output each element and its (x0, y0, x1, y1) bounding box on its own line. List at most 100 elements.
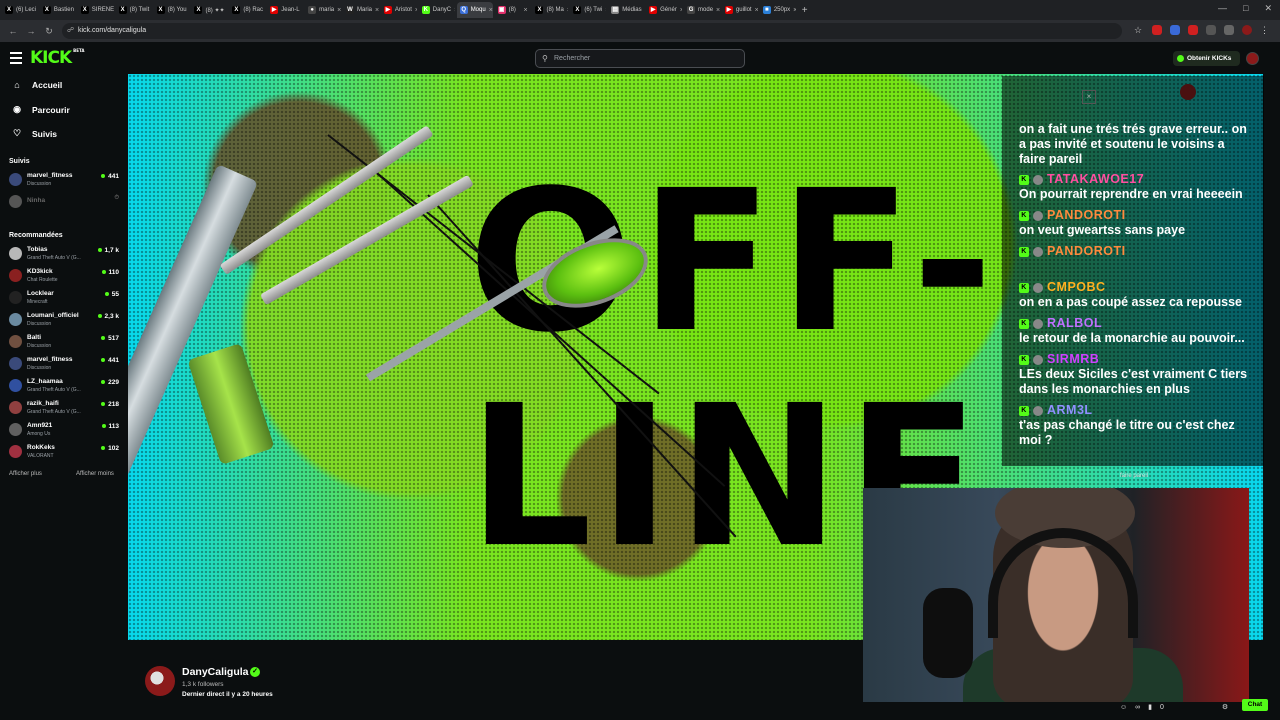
browser-tab[interactable]: ■ 250px × (760, 2, 796, 18)
browser-tabstrip: X(6) Leci×XBastien×XSIRENE×X(8) Twit×X(8… (0, 0, 1280, 20)
tab-favicon-icon: X (118, 6, 127, 14)
minimize-button[interactable]: — (1218, 3, 1227, 14)
url-field[interactable]: ☍ kick.com/danycaligula (62, 23, 1122, 39)
tab-close-icon[interactable]: × (489, 7, 493, 14)
browser-tab[interactable]: XBastien× (40, 2, 76, 18)
chat-username[interactable]: CMPOBC (1047, 280, 1106, 295)
tab-close-icon[interactable]: × (755, 7, 758, 14)
tab-close-icon[interactable]: × (680, 7, 682, 14)
chat-close-button[interactable]: × (1082, 90, 1096, 104)
sidebar-channel[interactable]: Tobias Grand Theft Auto V (G... 1,7 k (9, 244, 121, 264)
browser-tab[interactable]: ▣ (8) × (495, 2, 531, 18)
chat-message: K TATAKAWOE17 On pourrait reprendre en vra… (1019, 172, 1254, 202)
maximize-button[interactable]: □ (1243, 3, 1248, 14)
browser-tab[interactable]: ▶ Génér × (646, 2, 682, 18)
bookmark-star-icon[interactable]: ☆ (1134, 25, 1144, 35)
puzzle-icon[interactable] (1224, 25, 1234, 35)
sidebar-channel[interactable]: Balti Discussion 517 (9, 332, 121, 352)
browser-tab[interactable]: ▶Aristot× (381, 2, 417, 18)
new-tab-button[interactable]: + (802, 5, 808, 16)
tab-close-icon[interactable]: × (303, 7, 304, 14)
profile-avatar-icon[interactable] (1242, 25, 1252, 35)
tab-close-icon[interactable]: × (454, 7, 455, 14)
browser-tab[interactable]: X(8) Rac× (229, 2, 265, 18)
menu-dots-icon[interactable]: ⋮ (1260, 25, 1270, 35)
browser-tab[interactable]: X(8) ✦✦× (191, 2, 227, 18)
forward-icon[interactable]: → (22, 26, 40, 36)
channel-avatar (9, 357, 22, 370)
browser-tab[interactable]: X(8) You× (154, 2, 190, 18)
extension-icon[interactable] (1206, 25, 1216, 35)
extension-icon[interactable] (1152, 25, 1162, 35)
tab-close-icon[interactable]: × (793, 7, 796, 14)
browser-tab[interactable]: X(8) Ma× (532, 2, 568, 18)
tab-close-icon[interactable]: × (716, 7, 720, 14)
channel-name: Tobias (27, 246, 48, 253)
streamer-name[interactable]: DanyCaligula (182, 666, 249, 678)
sidebar-channel[interactable]: RokKeks VALORANT 102 (9, 442, 121, 462)
tab-close-icon[interactable]: × (567, 7, 569, 14)
back-icon[interactable]: ← (4, 26, 22, 36)
hamburger-menu-icon[interactable] (10, 52, 22, 67)
link-icon[interactable]: ∞ (1135, 704, 1140, 711)
tab-close-icon[interactable]: × (415, 7, 417, 14)
sidebar-nav-suivis[interactable]: ♡ Suivis (12, 128, 57, 139)
settings-icon[interactable]: ⚙ (1222, 703, 1228, 711)
chat-send-button[interactable]: Chat (1242, 699, 1268, 711)
chat-username[interactable]: ARM3L (1047, 403, 1093, 418)
tab-close-icon[interactable]: × (375, 7, 379, 14)
chat-user-line: K CMPOBC (1019, 280, 1254, 295)
sidebar-nav-parcourir[interactable]: ◉ Parcourir (12, 104, 70, 115)
browser-tab[interactable]: ● maria × (305, 2, 341, 18)
kick-logo[interactable]: KICK BETA (30, 48, 84, 68)
browser-tab[interactable]: ▶Jean-L× (267, 2, 303, 18)
browser-tab[interactable]: KDanyC× (419, 2, 455, 18)
chat-username[interactable]: PANDOROTI (1047, 244, 1126, 259)
sidebar-nav-accueil[interactable]: ⌂ Accueil (12, 80, 62, 90)
sidebar-channel[interactable]: marvel_fitness Discussion 441 (9, 354, 121, 374)
search-input[interactable]: ⚲ Rechercher (535, 49, 745, 68)
show-less-link[interactable]: Afficher moins (76, 471, 114, 477)
channel-category: Among Us (27, 431, 51, 437)
show-more-link[interactable]: Afficher plus (9, 471, 42, 477)
sidebar-channel[interactable]: LZ_haamaa Grand Theft Auto V (G... 229 (9, 376, 121, 396)
chat-username[interactable]: TATAKAWOE17 (1047, 172, 1144, 187)
chat-text: on en a pas coupé assez ca repousse (1019, 295, 1243, 309)
browser-tab[interactable]: ▤Médias × (608, 2, 644, 18)
chat-header-avatar (1180, 84, 1196, 100)
browser-tab[interactable]: X(8) Twit× (116, 2, 152, 18)
sidebar-channel[interactable]: razik_haifi Grand Theft Auto V (G... 218 (9, 398, 121, 418)
browser-tab[interactable]: X(6) Leci× (2, 2, 38, 18)
sidebar-channel[interactable]: marvel_fitness Discussion 441 (9, 170, 121, 190)
streamer-avatar[interactable] (145, 666, 175, 696)
chat-text: LEs deux Siciles c'est vraiment C tiers … (1019, 367, 1248, 396)
tab-close-icon[interactable]: × (605, 7, 606, 14)
browser-tab[interactable]: XSIRENE× (78, 2, 114, 18)
emote-icon[interactable]: ☺ (1120, 704, 1127, 711)
browser-tab[interactable]: Gmode × (684, 2, 720, 18)
offline-text-line1: OFF- (468, 148, 1000, 375)
chat-message: K RALBOL le retour de la monarchie au pouv… (1019, 316, 1254, 346)
extension-icon[interactable] (1188, 25, 1198, 35)
site-info-icon[interactable]: ☍ (67, 23, 74, 39)
browser-tab[interactable]: W Maria × (343, 2, 379, 18)
browser-tab[interactable]: X(6) Twi× (570, 2, 606, 18)
sidebar-channel[interactable]: Locklear Minecraft 55 (9, 288, 121, 308)
sidebar-channel[interactable]: Loumani_officiel Discussion 2,3 k (9, 310, 121, 330)
chat-username[interactable]: RALBOL (1047, 316, 1102, 331)
extension-icon[interactable] (1170, 25, 1180, 35)
browser-tab[interactable]: ▶ guillot × (722, 2, 758, 18)
browser-tab[interactable]: Q Moqu × (456, 2, 493, 18)
get-kicks-button[interactable]: Obtenir KICKs (1173, 51, 1240, 66)
tab-close-icon[interactable]: × (337, 7, 341, 14)
close-window-button[interactable]: ✕ (1264, 3, 1272, 14)
sidebar-channel[interactable]: Amn921 Among Us 113 (9, 420, 121, 440)
user-avatar[interactable] (1246, 52, 1259, 65)
chat-username[interactable]: PANDOROTI (1047, 208, 1126, 223)
reload-icon[interactable]: ↻ (40, 26, 58, 37)
chat-username[interactable]: SIRMRB (1047, 352, 1099, 367)
tab-close-icon[interactable]: × (523, 7, 527, 14)
chat-user-line: K SIRMRB (1019, 352, 1254, 367)
sidebar-channel[interactable]: Ninha ⏱ (9, 192, 121, 212)
sidebar-channel[interactable]: KD3kick Chat Roulette 110 (9, 266, 121, 286)
